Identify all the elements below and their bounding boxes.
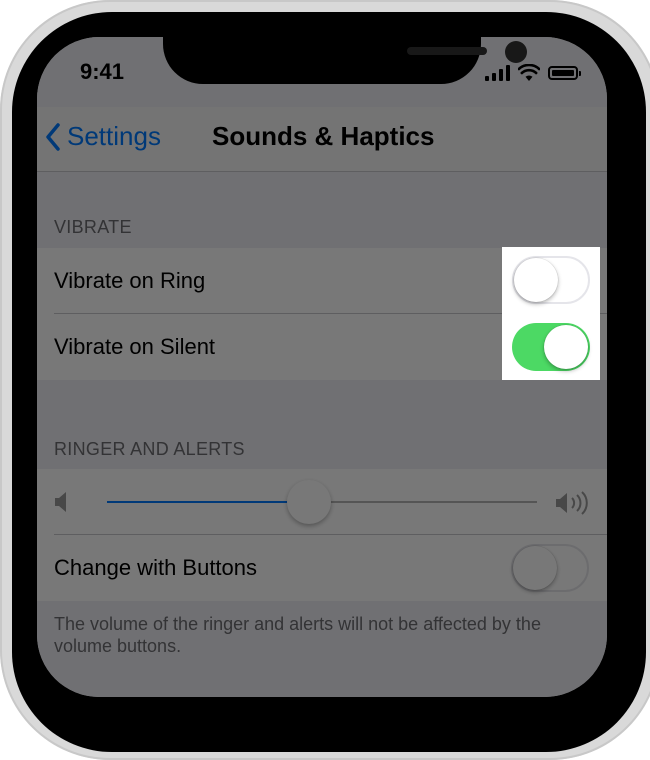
page-title: Sounds & Haptics: [212, 121, 435, 151]
front-camera: [505, 41, 527, 63]
section-header-vibrate: VIBRATE: [54, 217, 132, 237]
highlighted-toggles: [502, 247, 600, 380]
toggle-knob: [544, 325, 588, 369]
vibrate-on-silent-toggle[interactable]: [512, 323, 590, 371]
volume-slider[interactable]: [107, 480, 537, 524]
volume-slider-row: [37, 469, 607, 535]
status-icons: [485, 61, 581, 85]
status-time: 9:41: [80, 59, 125, 84]
back-button-label: Settings: [67, 121, 161, 151]
screen: 9:41 Settings Sounds & Haptics VIBRATE V…: [37, 37, 607, 697]
speaker-high-icon: [556, 491, 588, 515]
section-header-ringer: RINGER AND ALERTS: [54, 439, 245, 459]
battery-icon: [548, 66, 581, 80]
toggle-knob: [513, 546, 557, 590]
navigation-bar: Settings Sounds & Haptics: [37, 107, 607, 172]
vibrate-on-ring-label: Vibrate on Ring: [54, 268, 206, 293]
vibrate-on-ring-toggle[interactable]: [512, 256, 590, 304]
ringer-footer-note: The volume of the ringer and alerts will…: [54, 614, 541, 656]
back-button[interactable]: Settings: [45, 121, 161, 152]
speaker-low-icon: [55, 492, 66, 512]
earpiece-speaker: [407, 47, 487, 55]
cellular-signal-icon: [485, 65, 510, 81]
notch: [163, 37, 527, 84]
volume-slider-fill: [107, 501, 310, 503]
vibrate-on-silent-label: Vibrate on Silent: [54, 334, 216, 359]
change-with-buttons-toggle[interactable]: [511, 544, 589, 592]
wifi-icon: [518, 64, 540, 81]
chevron-left-icon: [46, 122, 60, 151]
change-with-buttons-label: Change with Buttons: [54, 555, 258, 580]
volume-slider-thumb[interactable]: [287, 480, 332, 524]
change-with-buttons-row: Change with Buttons: [37, 535, 607, 601]
ringer-group: Change with Buttons: [37, 469, 607, 601]
toggle-knob: [514, 258, 558, 302]
